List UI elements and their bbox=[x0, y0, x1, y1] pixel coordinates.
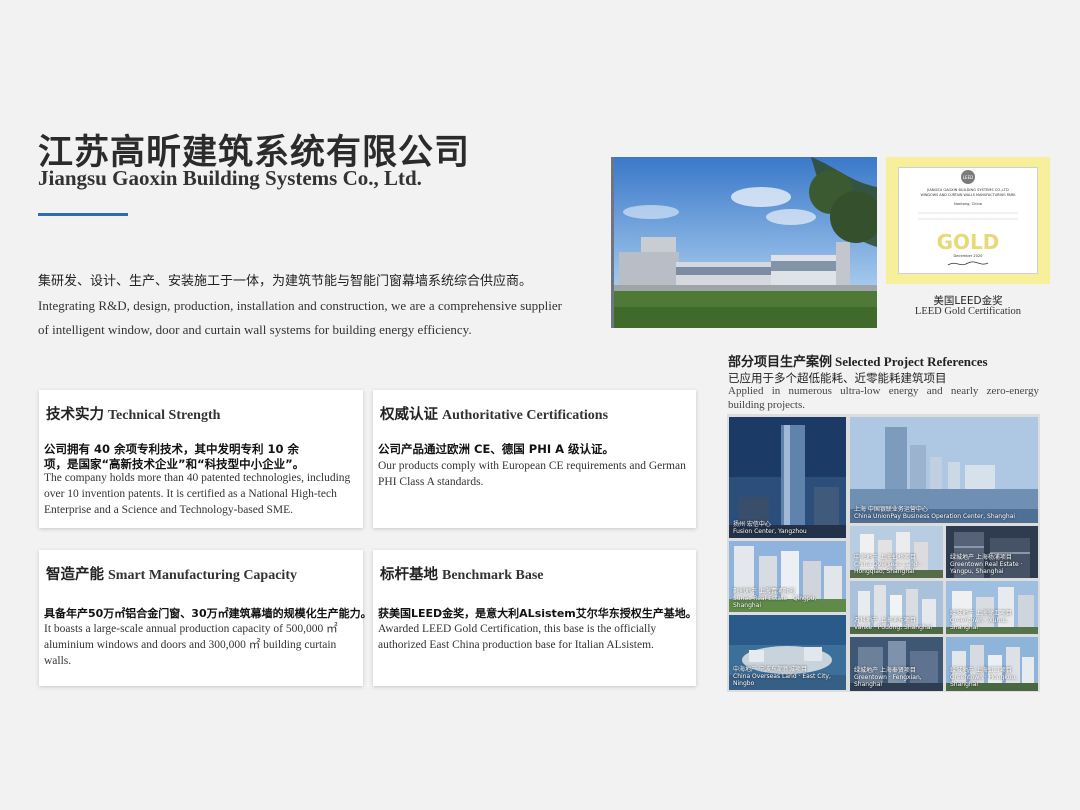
tile-caption: 绿城地产 上海徐汇项目 Greentown · Xuhui, Shanghai bbox=[950, 610, 1012, 631]
title-accent-line bbox=[38, 213, 128, 216]
tile-caption: 绿城地产 上海虹口项目 Greentown · Hongkou, Shanghai bbox=[950, 667, 1018, 688]
cert-location: Nantong, China bbox=[954, 202, 982, 206]
card-benchmark-base: 标杆基地 Benchmark Base 获美国LEED金奖，是意大利ALsiste… bbox=[373, 550, 697, 686]
references-subtitle-cn: 已应用于多个超低能耗、近零能耗建筑项目 bbox=[728, 371, 947, 385]
card-title-cn: 标杆基地 bbox=[380, 567, 438, 583]
references-subtitle-en: Applied in numerous ultra-low energy and… bbox=[728, 385, 1039, 411]
cert-site: WINDOWS AND CURTAIN WALLS MANUFACTURING … bbox=[921, 193, 1017, 197]
project-tile: 上海 中国银联业务运营中心 China UnionPay Business Ope… bbox=[850, 417, 1038, 523]
intro-text-cn: 集研发、设计、生产、安装施工于一体，为建筑节能与智能门窗幕墙系统综合供应商。 bbox=[38, 274, 533, 289]
card-title-en: Smart Manufacturing Capacity bbox=[108, 568, 297, 583]
references-title: 部分项目生产案例 Selected Project References bbox=[728, 351, 988, 370]
card-body-cn: 公司产品通过欧洲 CE、德国 PHI A 级认证。 bbox=[378, 442, 615, 456]
card-authoritative-certifications: 权威认证 Authoritative Certifications 公司产品通过欧… bbox=[373, 390, 696, 528]
project-tile: 融创地产 上海青浦融创 Sunac Real Estate · Qingpu, S… bbox=[729, 541, 846, 612]
tile-caption: 绿城地产 上海奉贤项目 Greentown · Fengxian, Shangha… bbox=[854, 667, 922, 688]
card-body-en: The company holds more than 40 patented … bbox=[44, 472, 351, 516]
certificate-paper: LEED JIANGSU GAOXIN BUILDING SYSTEMS CO.… bbox=[898, 167, 1038, 274]
card-title-en: Technical Strength bbox=[108, 408, 221, 423]
card-title-cn: 智造产能 bbox=[46, 567, 104, 583]
project-tile: 中海地产 宁波东部新城项目 China Overseas Land · East … bbox=[729, 615, 846, 690]
card-title-cn: 技术实力 bbox=[46, 407, 104, 423]
references-title-cn: 部分项目生产案例 bbox=[728, 355, 833, 370]
card-body-en: It boasts a large-scale annual productio… bbox=[44, 623, 338, 667]
card-heading: 技术实力 Technical Strength bbox=[46, 403, 220, 424]
project-tile: 绿城地产 上海奉贤项目 Greentown · Fengxian, Shangha… bbox=[850, 637, 943, 691]
leed-badge-text: LEED bbox=[963, 175, 973, 180]
card-body-en: Our products comply with European CE req… bbox=[378, 460, 686, 488]
intro-text-en: Integrating R&D, design, production, ins… bbox=[38, 298, 562, 337]
project-tile: 扬州 宏信中心 Fusion Center, Yangzhou bbox=[729, 417, 846, 538]
project-tile: 中海地产 上海虹桥项目 China Overseas Land · Hongqia… bbox=[850, 526, 943, 578]
card-heading: 标杆基地 Benchmark Base bbox=[380, 563, 544, 584]
tile-caption: 绿城地产 上海杨浦项目 Greentown Real Estate · Yangp… bbox=[950, 554, 1023, 575]
references-title-en: Selected Project References bbox=[835, 354, 988, 369]
card-body-cn: 具备年产50万㎡铝合金门窗、30万㎡建筑幕墙的规模化生产能力。 bbox=[44, 607, 372, 620]
card-heading: 智造产能 Smart Manufacturing Capacity bbox=[46, 563, 297, 584]
tile-caption: 中海地产 上海虹桥项目 China Overseas Land · Hongqia… bbox=[854, 554, 922, 575]
card-heading: 权威认证 Authoritative Certifications bbox=[380, 403, 608, 424]
card-technical-strength: 技术实力 Technical Strength 公司拥有 40 余项专利技术，其中… bbox=[39, 390, 363, 528]
project-tile: 万科地产 上海浦东项目 Vanke · Pudong, Shanghai bbox=[850, 581, 943, 634]
leed-certificate: LEED JIANGSU GAOXIN BUILDING SYSTEMS CO.… bbox=[886, 157, 1050, 284]
certificate-caption-en: LEED Gold Certification bbox=[914, 306, 1022, 317]
project-tile: 绿城地产 上海杨浦项目 Greentown Real Estate · Yangp… bbox=[946, 526, 1038, 578]
project-tile: 绿城地产 上海虹口项目 Greentown · Hongkou, Shanghai bbox=[946, 637, 1038, 691]
cert-gold-level: GOLD bbox=[937, 230, 1000, 254]
cert-date: December 2020 bbox=[954, 254, 984, 258]
card-title-en: Authoritative Certifications bbox=[442, 408, 609, 423]
tile-caption: 上海 中国银联业务运营中心 China UnionPay Business Ope… bbox=[854, 506, 1016, 520]
card-body-cn: 公司拥有 40 余项专利技术，其中发明专利 10 余项，是国家“高新技术企业”和… bbox=[44, 442, 305, 471]
tile-caption: 融创地产 上海青浦融创 Sunac Real Estate · Qingpu, S… bbox=[733, 588, 817, 609]
card-body-en: Awarded LEED Gold Certification, this ba… bbox=[378, 623, 657, 651]
tile-caption: 万科地产 上海浦东项目 Vanke · Pudong, Shanghai bbox=[854, 617, 933, 631]
card-title-cn: 权威认证 bbox=[380, 407, 438, 423]
factory-photo bbox=[611, 157, 877, 328]
card-body-cn: 获美国LEED金奖，是意大利ALsistem艾尔华东授权生产基地。 bbox=[378, 607, 697, 620]
project-photo-grid: 扬州 宏信中心 Fusion Center, Yangzhou 上海 中国银联业务… bbox=[727, 414, 1040, 692]
project-tile: 绿城地产 上海徐汇项目 Greentown · Xuhui, Shanghai bbox=[946, 581, 1038, 634]
tile-caption: 中海地产 宁波东部新城项目 China Overseas Land · East … bbox=[733, 666, 831, 687]
tile-caption: 扬州 宏信中心 Fusion Center, Yangzhou bbox=[733, 521, 807, 535]
card-smart-manufacturing: 智造产能 Smart Manufacturing Capacity 具备年产50万… bbox=[39, 550, 372, 686]
cert-org: JIANGSU GAOXIN BUILDING SYSTEMS CO.,LTD bbox=[926, 188, 1009, 192]
company-name-en: Jiangsu Gaoxin Building Systems Co., Ltd… bbox=[38, 166, 422, 190]
card-title-en: Benchmark Base bbox=[442, 568, 544, 583]
